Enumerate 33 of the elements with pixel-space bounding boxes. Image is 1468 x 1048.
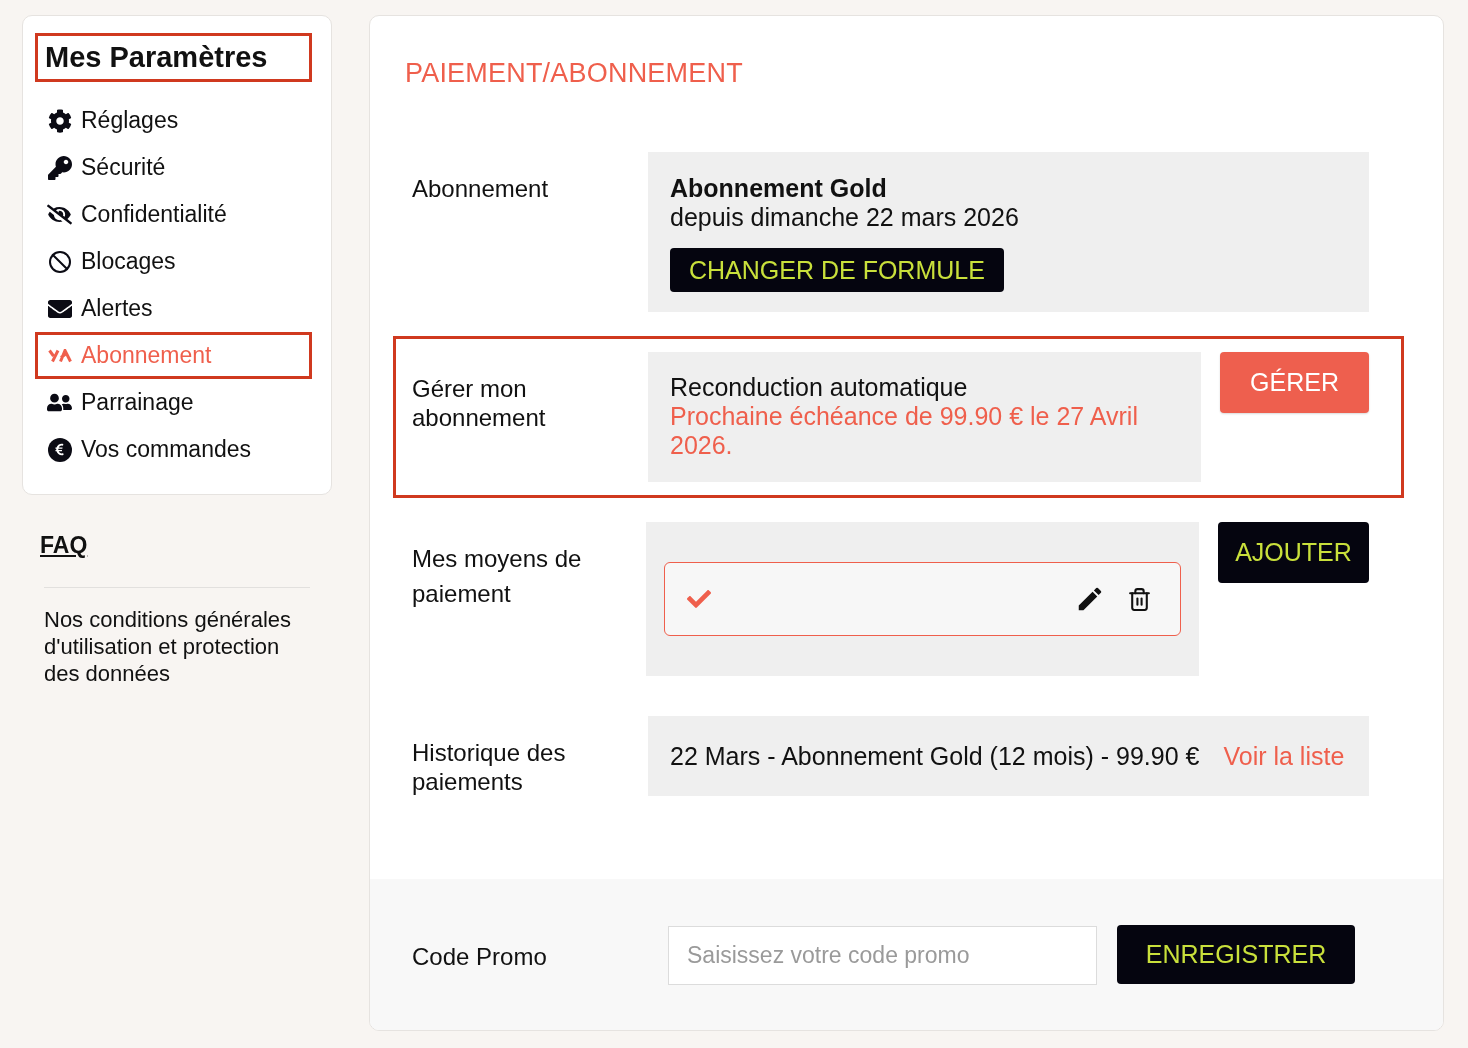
gear-icon [47, 108, 72, 133]
page-heading: PAIEMENT/ABONNEMENT [405, 57, 743, 89]
faq-link[interactable]: FAQ [40, 531, 88, 559]
row-label: Abonnement [412, 174, 550, 203]
row-label: Historique des paiements [412, 738, 567, 796]
delete-icon[interactable] [1127, 586, 1152, 612]
key-icon [47, 155, 72, 180]
sidebar-item[interactable]: Blocages [35, 238, 312, 285]
promo-code-field[interactable]: Saisissez votre code promo [668, 926, 1097, 985]
eye-slash-icon [47, 202, 72, 227]
logo-icon [47, 348, 72, 363]
sidebar-item[interactable]: Confidentialité [35, 191, 312, 238]
terms-text: Nos conditions générales d'utilisation et protection des données [44, 606, 293, 687]
row-label: Gérer mon abonnement [412, 374, 547, 432]
sidebar-item[interactable]: Sécurité [35, 144, 312, 191]
add-button[interactable]: AJOUTER [1218, 522, 1369, 583]
row-label: Mes moyens de paiement [412, 544, 583, 609]
prohibited-icon [47, 249, 72, 274]
promo-label: Code Promo [412, 942, 547, 971]
save-button[interactable]: ENREGISTRER [1117, 925, 1355, 984]
renewal-note: Prochaine échéance de 99.90 € le 27 Avril 2026. [670, 402, 1139, 460]
sidebar-title: Mes Paramètres [35, 33, 312, 82]
renewal-title: Reconduction automatique [670, 373, 969, 402]
sidebar-item[interactable]: Parrainage [35, 379, 312, 426]
sidebar-item[interactable]: Réglages [35, 97, 312, 144]
history-entry: 22 Mars - Abonnement Gold (12 mois) - 99.90 € [670, 741, 1200, 771]
plan-date: depuis dimanche 22 mars 2026 [670, 203, 1020, 232]
change-plan-button[interactable]: CHANGER DE FORMULE [670, 248, 1004, 292]
euro-icon [47, 437, 72, 462]
check-icon [687, 587, 711, 611]
plan-name: Abonnement Gold [670, 174, 888, 203]
sidebar-item[interactable]: Vos commandes [35, 426, 312, 473]
sidebar-item[interactable]: Alertes [35, 285, 312, 332]
